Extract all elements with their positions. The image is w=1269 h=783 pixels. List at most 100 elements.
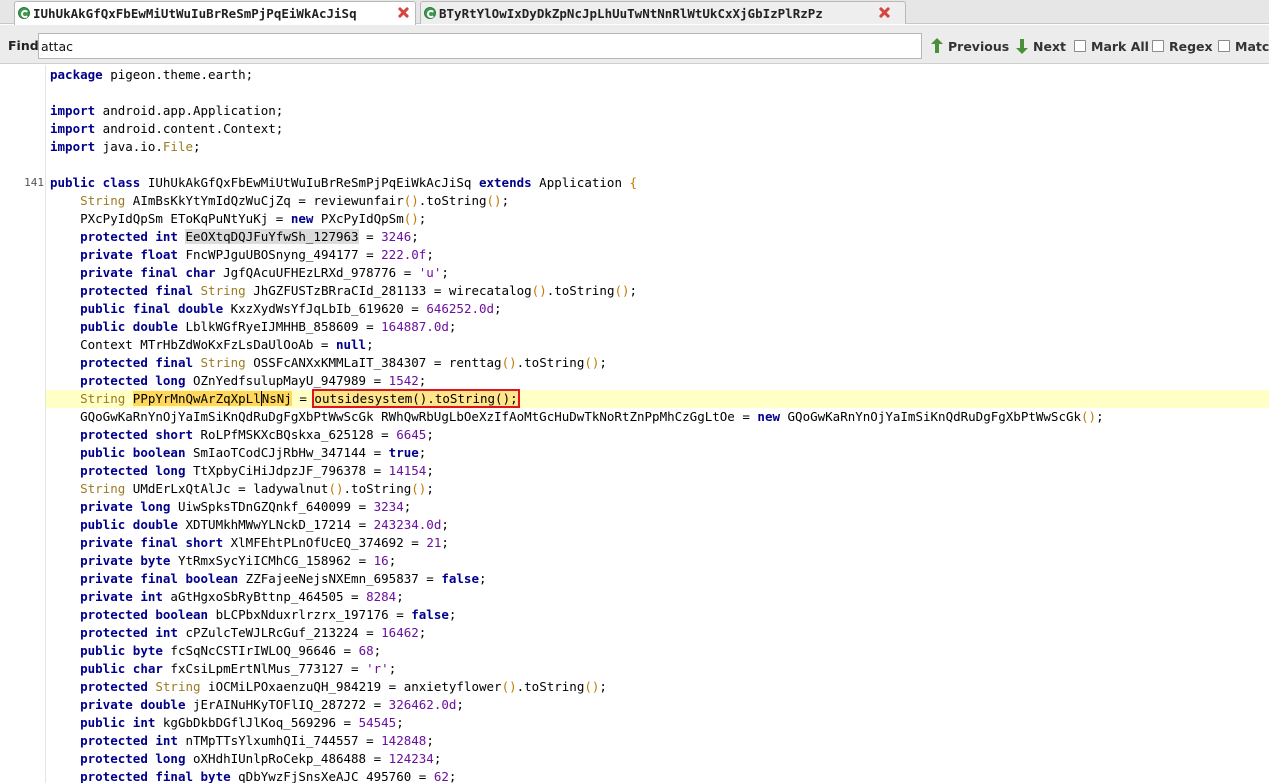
code-editor[interactable]: 141 package pigeon.theme.earth; import an… [0, 65, 1269, 783]
code-token: IUhUkAkGfQxFbEwMiUtWuIuBrReSmPjPqEiWkAcJ… [140, 175, 479, 190]
search-match: PPpYrMnQwArZqXpLl [132, 391, 261, 406]
code-token: 68 [358, 643, 374, 658]
code-token: ; [1096, 409, 1104, 424]
checkbox[interactable] [1152, 40, 1164, 52]
code-token: protected long [80, 373, 186, 388]
code-token: () [486, 193, 502, 208]
regex-checkbox[interactable]: Regex [1152, 37, 1213, 55]
code-token: .toString [343, 481, 412, 496]
tab-editor-2[interactable]: BTyRtYlOwIxDyDkZpNcJpLhUuTwNtNnRlWtUkCxX… [420, 1, 906, 24]
code-token: new [290, 211, 314, 226]
code-token: private final char [80, 265, 216, 280]
code-token: ; [441, 517, 449, 532]
code-token: 243234.0d [373, 517, 442, 532]
code-line: public char fxCsiLpmErtNlMus_773127 = 'r… [50, 660, 1269, 678]
code-line: protected boolean bLCPbxNduxrlrzrx_19717… [50, 606, 1269, 624]
code-line: private final char JgfQAcuUFHEzLRXd_9787… [50, 264, 1269, 282]
code-line: public boolean SmIaoTCodCJjRbHw_347144 =… [50, 444, 1269, 462]
mark-all-label: Mark All [1091, 38, 1149, 54]
code-token: oXHdhIUnlpRoCekp_486488 = [185, 751, 389, 766]
find-input[interactable] [38, 33, 922, 59]
code-token: EeOXtqDQJFuYfwSh_127963 [185, 229, 359, 244]
code-token: 16462 [381, 625, 419, 640]
code-token: JhGZFUSTzBRraCId_281133 = wirecatalog [245, 283, 532, 298]
code-line: private double jErAINuHKyTOFlIQ_287272 =… [50, 696, 1269, 714]
code-token: 'r' [366, 661, 389, 676]
code-token: SmIaoTCodCJjRbHw_347144 = [185, 445, 389, 460]
checkbox[interactable] [1074, 40, 1086, 52]
tab-strip: IUhUkAkGfQxFbEwMiUtWuIuBrReSmPjPqEiWkAcJ… [0, 0, 1269, 25]
close-icon[interactable] [877, 5, 892, 20]
code-token: () [403, 211, 419, 226]
code-token: public final double [80, 301, 224, 316]
code-token: 1542 [388, 373, 419, 388]
code-line: protected long TtXpbyCiHiJdpzJF_796378 =… [50, 462, 1269, 480]
code-token: private byte [80, 553, 171, 568]
code-token: protected long [80, 463, 186, 478]
match-case-checkbox[interactable]: Match [1218, 37, 1269, 55]
code-token: ; [448, 319, 457, 334]
annotated-expression: outsidesystem().toString(); [312, 389, 520, 408]
code-token: ; [388, 553, 397, 568]
code-token: protected int [80, 733, 178, 748]
code-token: String [80, 391, 126, 406]
code-token: String [155, 679, 201, 694]
code-line: public double LblkWGfRyeIJMHHB_858609 = … [50, 318, 1269, 336]
code-line: PXcPyIdQpSm EToKqPuNtYuKj = new PXcPyIdQ… [50, 210, 1269, 228]
code-token: ; [433, 751, 442, 766]
code-line: String AImBsKkYtYmIdQzWuCjZq = reviewunf… [50, 192, 1269, 210]
code-token: false [411, 607, 449, 622]
checkbox[interactable] [1218, 40, 1230, 52]
find-bar: Find: Previous Next Mark All Regex Match [0, 25, 1269, 64]
code-line: public final double KxzXydWsYfJqLbIb_619… [50, 300, 1269, 318]
code-line: import android.content.Context; [50, 120, 1269, 138]
previous-button[interactable]: Previous [931, 37, 1009, 55]
code-token: false [441, 571, 479, 586]
code-line: protected long OZnYedfsulupMayU_947989 =… [50, 372, 1269, 390]
code-token: Application [531, 175, 630, 190]
code-token: String [200, 283, 246, 298]
code-token: import [50, 103, 96, 118]
arrow-up-icon [931, 38, 943, 54]
code-token: 62 [433, 769, 449, 783]
next-button[interactable]: Next [1016, 37, 1066, 55]
code-token: ; [501, 193, 510, 208]
previous-label: Previous [948, 38, 1010, 54]
code-token: ; [599, 679, 607, 694]
code-area[interactable]: package pigeon.theme.earth; import androi… [50, 65, 1269, 783]
code-token: ; [426, 481, 434, 496]
code-token: XlMFEhtPLnOfUcEQ_374692 = [223, 535, 427, 550]
code-token: public boolean [80, 445, 186, 460]
code-token: 6645 [396, 427, 427, 442]
code-token: .toString [546, 283, 615, 298]
code-line: private int aGtHgxoSbRyBttnp_464505 = 82… [50, 588, 1269, 606]
close-icon[interactable] [396, 5, 411, 20]
code-token: iOCMiLPOxaenzuQH_984219 = anxietyflower [200, 679, 502, 694]
code-token: kgGbDkbDGflJlKoq_569296 = [155, 715, 359, 730]
code-line: private final short XlMFEhtPLnOfUcEQ_374… [50, 534, 1269, 552]
code-line: protected int cPZulcTeWJLRcGuf_213224 = … [50, 624, 1269, 642]
mark-all-checkbox[interactable]: Mark All [1074, 37, 1149, 55]
tab-editor-1[interactable]: IUhUkAkGfQxFbEwMiUtWuIuBrReSmPjPqEiWkAcJ… [14, 1, 416, 25]
code-token: java.io. [95, 139, 163, 154]
code-token: true [388, 445, 419, 460]
code-token: () [501, 355, 517, 370]
code-token: fxCsiLpmErtNlMus_773127 = [162, 661, 367, 676]
code-token: () [1081, 409, 1097, 424]
code-token: = [291, 391, 315, 406]
code-token: LblkWGfRyeIJMHHB_858609 = [177, 319, 382, 334]
line-number-gutter: 141 [0, 65, 46, 783]
code-token: 646252.0d [426, 301, 495, 316]
code-token: KxzXydWsYfJqLbIb_619620 = [223, 301, 427, 316]
